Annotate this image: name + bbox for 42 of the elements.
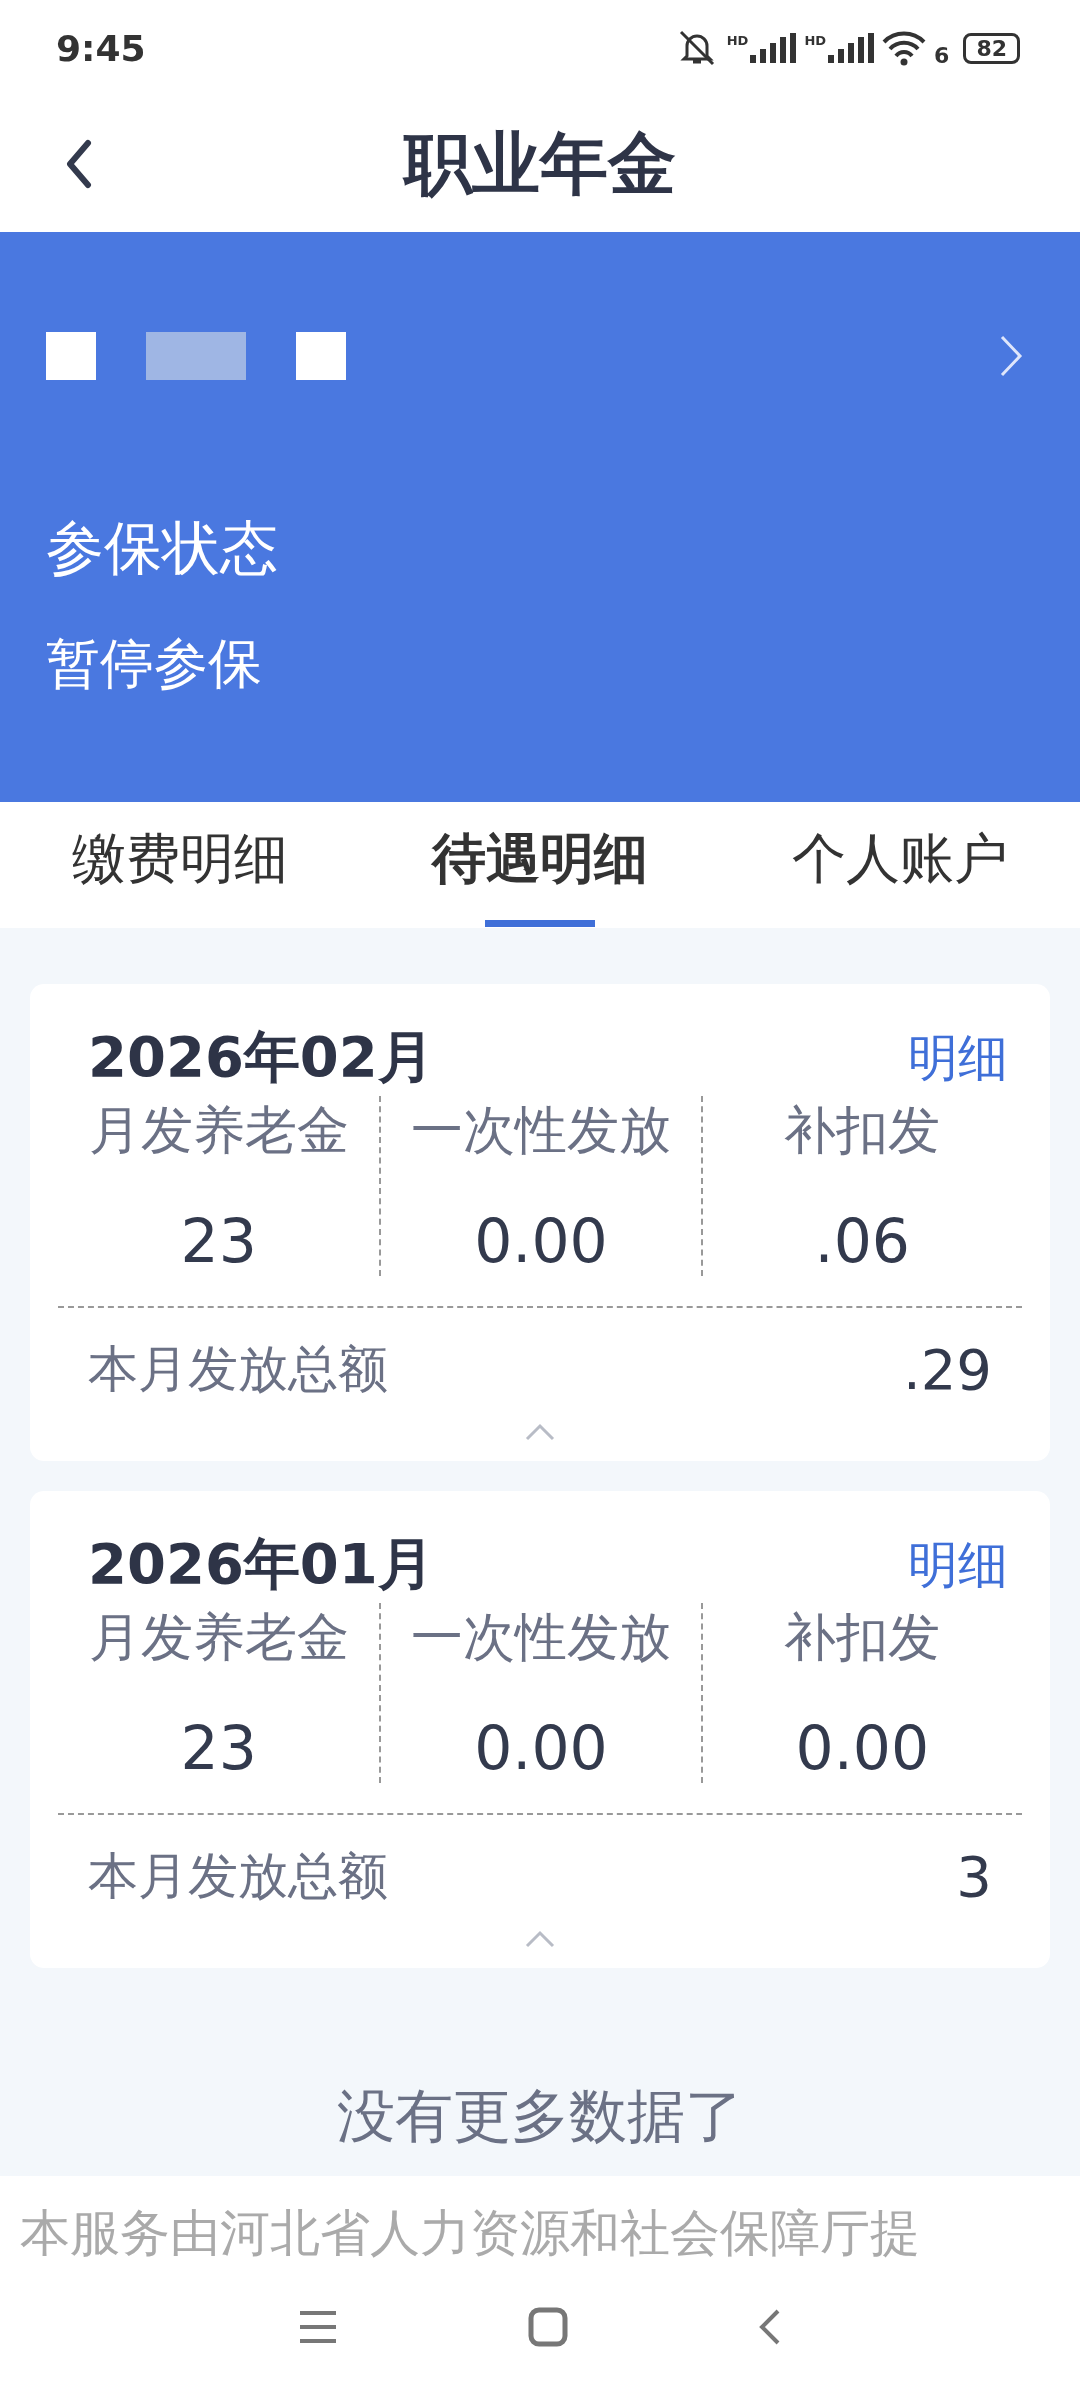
wifi-icon — [882, 30, 927, 66]
hd-label: HD — [804, 33, 827, 48]
column-label: 月发养老金 — [88, 1606, 349, 1669]
detail-link[interactable]: 明细 — [908, 1024, 1008, 1092]
column-label: 一次性发放 — [411, 1099, 671, 1162]
signal-icon — [750, 33, 797, 63]
amount-value: 23 — [180, 1713, 257, 1783]
signal-icon — [828, 33, 875, 63]
amount-value: 23 — [180, 1206, 257, 1276]
column-label: 月发养老金 — [88, 1099, 349, 1162]
chevron-right-icon[interactable] — [998, 333, 1024, 379]
footer-note: 本服务由河北省人力资源和社会保障厅提 — [19, 2203, 921, 2264]
battery-indicator: 82 — [963, 32, 1020, 64]
month-title: 2026年01月 — [88, 1530, 434, 1598]
column-label: 补扣发 — [784, 1606, 941, 1669]
status-time: 9:45 — [56, 27, 146, 69]
redaction-block — [296, 332, 346, 380]
redaction-block — [46, 332, 96, 380]
total-label: 本月发放总额 — [88, 1339, 388, 1400]
menu-icon[interactable] — [298, 2309, 338, 2345]
hd-label: HD — [726, 33, 749, 48]
status-value: 暂停参保 — [46, 631, 263, 697]
total-value: .29 — [902, 1337, 992, 1402]
amount-value: 0.00 — [474, 1713, 608, 1783]
page-title: 职业年金 — [404, 122, 676, 205]
end-message: 没有更多数据了 — [336, 2081, 744, 2152]
column-label: 补扣发 — [784, 1099, 941, 1162]
amount-value: 0.00 — [474, 1206, 608, 1276]
status-label: 参保状态 — [46, 513, 279, 584]
home-icon[interactable] — [528, 2307, 568, 2347]
tab[interactable]: 缴费明细 — [72, 803, 288, 927]
total-label: 本月发放总额 — [88, 1846, 388, 1907]
tab[interactable]: 待遇明细 — [432, 803, 648, 927]
detail-link[interactable]: 明细 — [908, 1531, 1008, 1599]
amount-value: .06 — [814, 1206, 911, 1276]
back-icon[interactable] — [64, 139, 94, 189]
tab[interactable]: 个人账户 — [792, 803, 1008, 927]
total-value: 3 — [956, 1844, 992, 1909]
wifi-label: 6 — [934, 43, 950, 68]
month-title: 2026年02月 — [88, 1023, 434, 1091]
column-label: 一次性发放 — [411, 1606, 671, 1669]
amount-value: 0.00 — [795, 1713, 930, 1783]
